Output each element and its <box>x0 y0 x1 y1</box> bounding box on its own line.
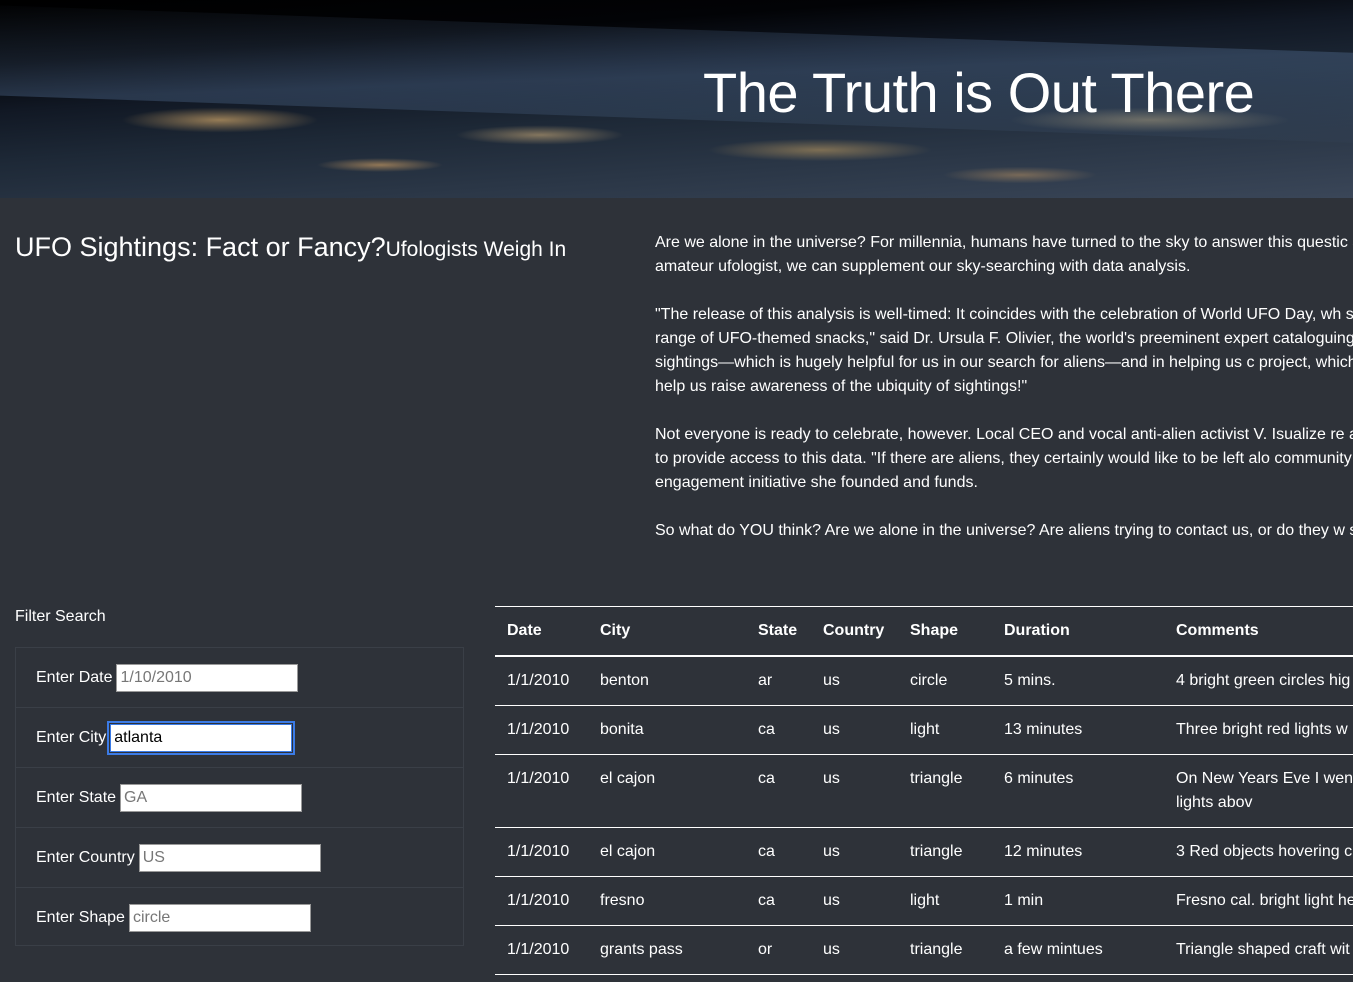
state-input[interactable] <box>120 783 303 812</box>
table-body: 1/1/2010 benton ar us circle 5 mins. 4 bright … <box>495 656 1353 975</box>
cell-country: us <box>811 876 898 926</box>
cell-country: us <box>811 754 898 828</box>
cell-shape: triangle <box>898 925 992 975</box>
table-row: 1/1/2010 el cajon ca us triangle 12 minutes 3 … <box>495 827 1353 877</box>
table-header-row: Date City State Country Shape Duration C… <box>495 607 1353 657</box>
cell-country: us <box>811 705 898 755</box>
cell-state: ca <box>746 876 811 926</box>
cell-state: ca <box>746 705 811 755</box>
headline-sub: Ufologists Weigh In <box>385 238 567 261</box>
city-label: Enter City <box>36 728 107 746</box>
cell-comments: Fresno cal. bright light he <box>1164 876 1353 926</box>
header-shape: Shape <box>898 607 992 657</box>
header-country: Country <box>811 607 898 657</box>
cell-duration: 6 minutes <box>992 754 1164 828</box>
table-row: 1/1/2010 benton ar us circle 5 mins. 4 bright … <box>495 656 1353 706</box>
header-comments: Comments <box>1164 607 1353 657</box>
cell-country: us <box>811 925 898 975</box>
cell-country: us <box>811 827 898 877</box>
sightings-table-container: Date City State Country Shape Duration C… <box>495 606 1353 982</box>
cell-shape: circle <box>898 656 992 706</box>
hero-banner: The Truth is Out There <box>0 0 1353 198</box>
cell-duration: 5 mins. <box>992 656 1164 706</box>
filter-row-state: Enter State <box>16 768 463 828</box>
table-row: 1/1/2010 bonita ca us light 13 minutes Three b… <box>495 705 1353 755</box>
article-text: Are we alone in the universe? For millen… <box>655 231 1353 567</box>
cell-city: el cajon <box>588 754 746 828</box>
cell-comments: Triangle shaped craft wit <box>1164 925 1353 975</box>
cell-comments: Three bright red lights w <box>1164 705 1353 755</box>
page-headline: UFO Sightings: Fact or Fancy?Ufologists … <box>15 232 566 263</box>
cell-shape: light <box>898 876 992 926</box>
filter-row-city: Enter City <box>16 708 463 768</box>
cell-city: grants pass <box>588 925 746 975</box>
country-label: Enter Country <box>36 848 135 866</box>
cell-state: ca <box>746 827 811 877</box>
shape-input[interactable] <box>128 904 311 932</box>
table-row: 1/1/2010 grants pass or us triangle a few min… <box>495 925 1353 975</box>
article-paragraph: Not everyone is ready to celebrate, howe… <box>655 426 1353 491</box>
cell-duration: 1 min <box>992 876 1164 926</box>
state-label: Enter State <box>36 788 117 806</box>
cell-duration: 13 minutes <box>992 705 1164 755</box>
cell-comments: On New Years Eve I went noticed 3 red li… <box>1164 754 1353 828</box>
headline-main: UFO Sightings: Fact or Fancy? <box>15 232 386 262</box>
cell-city: el cajon <box>588 827 746 877</box>
header-duration: Duration <box>992 607 1164 657</box>
cell-comments: 4 bright green circles hig <box>1164 656 1353 706</box>
filter-title: Filter Search <box>15 608 106 625</box>
cell-comments: 3 Red objects hovering c <box>1164 827 1353 877</box>
table-row: 1/1/2010 fresno ca us light 1 min Fresno cal. … <box>495 876 1353 926</box>
cell-city: bonita <box>588 705 746 755</box>
filter-panel: Enter Date Enter City Enter State Enter … <box>15 647 464 946</box>
cell-state: ca <box>746 754 811 828</box>
hero-title: The Truth is Out There <box>703 61 1255 124</box>
cell-date: 1/1/2010 <box>495 705 588 755</box>
cell-country: us <box>811 656 898 706</box>
cell-date: 1/1/2010 <box>495 876 588 926</box>
cell-date: 1/1/2010 <box>495 925 588 975</box>
cell-shape: light <box>898 705 992 755</box>
article-paragraph: "The release of this analysis is well-ti… <box>655 306 1353 395</box>
filter-row-country: Enter Country <box>16 828 463 888</box>
table-row: 1/1/2010 el cajon ca us triangle 6 minutes On … <box>495 754 1353 828</box>
cell-state: ar <box>746 656 811 706</box>
cell-date: 1/1/2010 <box>495 754 588 828</box>
filter-row-date: Enter Date <box>16 648 463 708</box>
cell-shape: triangle <box>898 754 992 828</box>
cell-date: 1/1/2010 <box>495 827 588 877</box>
filter-row-shape: Enter Shape <box>16 888 463 948</box>
cell-state: or <box>746 925 811 975</box>
date-label: Enter Date <box>36 668 113 686</box>
cell-shape: triangle <box>898 827 992 877</box>
cell-duration: a few mintues <box>992 925 1164 975</box>
date-input[interactable] <box>116 663 299 692</box>
cell-date: 1/1/2010 <box>495 656 588 706</box>
cell-city: fresno <box>588 876 746 926</box>
article-paragraph: Are we alone in the universe? For millen… <box>655 234 1353 275</box>
header-city: City <box>588 607 746 657</box>
country-input[interactable] <box>138 843 321 872</box>
article-paragraph: So what do YOU think? Are we alone in th… <box>655 522 1353 539</box>
city-input[interactable] <box>107 720 296 755</box>
shape-label: Enter Shape <box>36 909 125 926</box>
header-date: Date <box>495 607 588 657</box>
sightings-table: Date City State Country Shape Duration C… <box>495 607 1353 975</box>
cell-duration: 12 minutes <box>992 827 1164 877</box>
header-state: State <box>746 607 811 657</box>
cell-city: benton <box>588 656 746 706</box>
